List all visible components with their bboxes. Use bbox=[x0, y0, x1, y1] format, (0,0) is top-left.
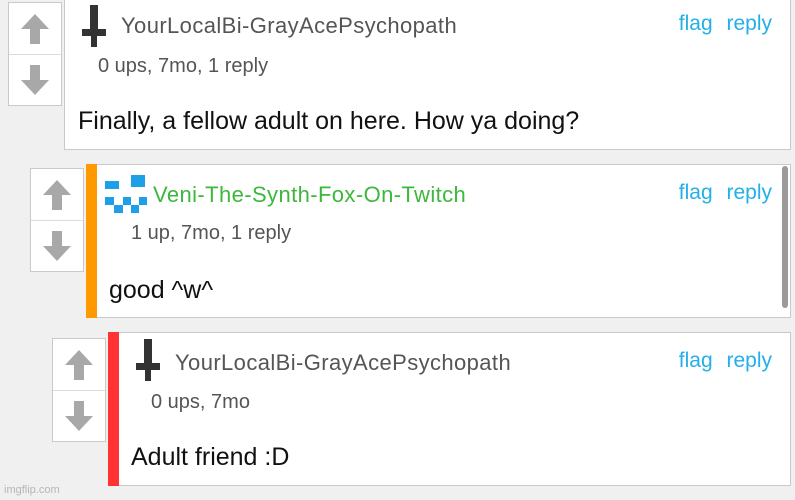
reply-link[interactable]: reply bbox=[726, 12, 772, 35]
downvote-button[interactable] bbox=[9, 54, 61, 105]
comment-1: YourLocalBi-GrayAcePsychopath flag reply… bbox=[64, 0, 791, 150]
upvote-button[interactable] bbox=[9, 3, 61, 54]
comment-actions: flag reply bbox=[671, 349, 772, 373]
scrollbar[interactable] bbox=[782, 166, 788, 308]
dagger-icon bbox=[82, 5, 106, 47]
comment-2: Veni-The-Synth-Fox-On-Twitch flag reply … bbox=[86, 164, 791, 318]
username[interactable]: YourLocalBi-GrayAcePsychopath bbox=[175, 350, 511, 376]
username[interactable]: Veni-The-Synth-Fox-On-Twitch bbox=[153, 182, 466, 208]
reply-link[interactable]: reply bbox=[726, 181, 772, 204]
flag-link[interactable]: flag bbox=[679, 349, 713, 372]
comment-actions: flag reply bbox=[671, 12, 772, 36]
reply-link[interactable]: reply bbox=[726, 349, 772, 372]
thread-bar bbox=[108, 332, 119, 486]
dagger-icon bbox=[136, 339, 160, 381]
vote-box-3 bbox=[52, 338, 106, 442]
pixel-face-icon bbox=[105, 175, 147, 213]
arrow-up-icon bbox=[65, 349, 93, 380]
vote-box-1 bbox=[8, 2, 62, 106]
username[interactable]: YourLocalBi-GrayAcePsychopath bbox=[121, 13, 457, 39]
upvote-button[interactable] bbox=[53, 339, 105, 390]
arrow-down-icon bbox=[65, 400, 93, 431]
comment-text: Adult friend :D bbox=[131, 443, 290, 471]
comment-meta: 0 ups, 7mo, 1 reply bbox=[98, 55, 269, 77]
comment-3: YourLocalBi-GrayAcePsychopath flag reply… bbox=[108, 332, 791, 486]
comment-actions: flag reply bbox=[671, 181, 772, 205]
arrow-down-icon bbox=[43, 230, 71, 261]
flag-link[interactable]: flag bbox=[679, 12, 713, 35]
arrow-up-icon bbox=[43, 179, 71, 210]
downvote-button[interactable] bbox=[53, 390, 105, 441]
comment-meta: 1 up, 7mo, 1 reply bbox=[131, 222, 292, 244]
arrow-up-icon bbox=[21, 13, 49, 44]
upvote-button[interactable] bbox=[31, 169, 83, 220]
flag-link[interactable]: flag bbox=[679, 181, 713, 204]
downvote-button[interactable] bbox=[31, 220, 83, 271]
comment-text: good ^w^ bbox=[109, 276, 214, 304]
vote-box-2 bbox=[30, 168, 84, 272]
watermark: imgflip.com bbox=[4, 484, 60, 496]
thread-bar bbox=[86, 164, 97, 318]
comment-meta: 0 ups, 7mo bbox=[151, 391, 250, 413]
arrow-down-icon bbox=[21, 64, 49, 95]
comment-text: Finally, a fellow adult on here. How ya … bbox=[78, 107, 580, 135]
